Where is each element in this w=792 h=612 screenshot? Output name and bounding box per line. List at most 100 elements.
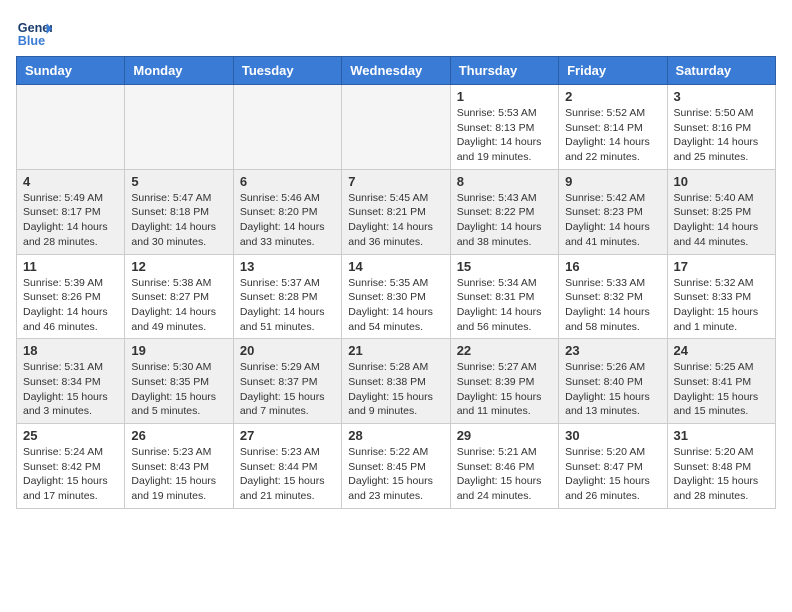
calendar-cell: 13 Sunrise: 5:37 AM Sunset: 8:28 PM Dayli…: [233, 254, 341, 339]
day-info: Sunrise: 5:35 AM Sunset: 8:30 PM Dayligh…: [348, 276, 443, 335]
calendar-week-row: 25Sunrise: 5:24 AM Sunset: 8:42 PM Dayli…: [17, 424, 776, 509]
day-number: 11: [23, 259, 118, 274]
day-info: Sunrise: 5:21 AM Sunset: 8:46 PM Dayligh…: [457, 445, 552, 504]
calendar-cell: 20 Sunrise: 5:29 AM Sunset: 8:37 PM Dayli…: [233, 339, 341, 424]
day-info: Sunrise: 5:26 AM Sunset: 8:40 PM Dayligh…: [565, 360, 660, 419]
day-number: 6: [240, 174, 335, 189]
day-number: 29: [457, 428, 552, 443]
day-header-wednesday: Wednesday: [342, 57, 450, 85]
calendar-cell: 24 Sunrise: 5:25 AM Sunset: 8:41 PM Dayli…: [667, 339, 775, 424]
day-number: 12: [131, 259, 226, 274]
calendar-cell: [125, 85, 233, 170]
day-info: Sunrise: 5:29 AM Sunset: 8:37 PM Dayligh…: [240, 360, 335, 419]
day-info: Sunrise: 5:33 AM Sunset: 8:32 PM Dayligh…: [565, 276, 660, 335]
calendar-cell: 16 Sunrise: 5:33 AM Sunset: 8:32 PM Dayli…: [559, 254, 667, 339]
day-info: Sunrise: 5:38 AM Sunset: 8:27 PM Dayligh…: [131, 276, 226, 335]
day-info: Sunrise: 5:39 AM Sunset: 8:26 PM Dayligh…: [23, 276, 118, 335]
day-header-monday: Monday: [125, 57, 233, 85]
calendar-cell: 5 Sunrise: 5:47 AM Sunset: 8:18 PM Daylig…: [125, 169, 233, 254]
calendar-cell: 19 Sunrise: 5:30 AM Sunset: 8:35 PM Dayli…: [125, 339, 233, 424]
day-info: Sunrise: 5:30 AM Sunset: 8:35 PM Dayligh…: [131, 360, 226, 419]
calendar-cell: 10 Sunrise: 5:40 AM Sunset: 8:25 PM Dayli…: [667, 169, 775, 254]
day-info: Sunrise: 5:43 AM Sunset: 8:22 PM Dayligh…: [457, 191, 552, 250]
calendar-week-row: 4 Sunrise: 5:49 AM Sunset: 8:17 PM Daylig…: [17, 169, 776, 254]
day-header-saturday: Saturday: [667, 57, 775, 85]
day-number: 14: [348, 259, 443, 274]
day-info: Sunrise: 5:23 AM Sunset: 8:43 PM Dayligh…: [131, 445, 226, 504]
day-info: Sunrise: 5:22 AM Sunset: 8:45 PM Dayligh…: [348, 445, 443, 504]
day-number: 24: [674, 343, 769, 358]
day-info: Sunrise: 5:47 AM Sunset: 8:18 PM Dayligh…: [131, 191, 226, 250]
day-number: 22: [457, 343, 552, 358]
calendar-cell: 15 Sunrise: 5:34 AM Sunset: 8:31 PM Dayli…: [450, 254, 558, 339]
day-info: Sunrise: 5:24 AM Sunset: 8:42 PM Dayligh…: [23, 445, 118, 504]
calendar-week-row: 18Sunrise: 5:31 AM Sunset: 8:34 PM Dayli…: [17, 339, 776, 424]
calendar-cell: 8Sunrise: 5:43 AM Sunset: 8:22 PM Daylig…: [450, 169, 558, 254]
day-number: 27: [240, 428, 335, 443]
day-info: Sunrise: 5:34 AM Sunset: 8:31 PM Dayligh…: [457, 276, 552, 335]
calendar-week-row: 11 Sunrise: 5:39 AM Sunset: 8:26 PM Dayli…: [17, 254, 776, 339]
calendar-header-row: SundayMondayTuesdayWednesdayThursdayFrid…: [17, 57, 776, 85]
calendar-cell: 3 Sunrise: 5:50 AM Sunset: 8:16 PM Daylig…: [667, 85, 775, 170]
day-info: Sunrise: 5:50 AM Sunset: 8:16 PM Dayligh…: [674, 106, 769, 165]
calendar-cell: 21 Sunrise: 5:28 AM Sunset: 8:38 PM Dayli…: [342, 339, 450, 424]
day-info: Sunrise: 5:31 AM Sunset: 8:34 PM Dayligh…: [23, 360, 118, 419]
day-number: 15: [457, 259, 552, 274]
day-number: 31: [674, 428, 769, 443]
day-info: Sunrise: 5:37 AM Sunset: 8:28 PM Dayligh…: [240, 276, 335, 335]
calendar-cell: 6Sunrise: 5:46 AM Sunset: 8:20 PM Daylig…: [233, 169, 341, 254]
day-number: 20: [240, 343, 335, 358]
day-info: Sunrise: 5:45 AM Sunset: 8:21 PM Dayligh…: [348, 191, 443, 250]
day-number: 16: [565, 259, 660, 274]
calendar-cell: 30 Sunrise: 5:20 AM Sunset: 8:47 PM Dayli…: [559, 424, 667, 509]
calendar-cell: 18Sunrise: 5:31 AM Sunset: 8:34 PM Dayli…: [17, 339, 125, 424]
day-number: 13: [240, 259, 335, 274]
calendar-cell: 29 Sunrise: 5:21 AM Sunset: 8:46 PM Dayli…: [450, 424, 558, 509]
day-number: 17: [674, 259, 769, 274]
day-info: Sunrise: 5:40 AM Sunset: 8:25 PM Dayligh…: [674, 191, 769, 250]
calendar-cell: 28Sunrise: 5:22 AM Sunset: 8:45 PM Dayli…: [342, 424, 450, 509]
day-info: Sunrise: 5:20 AM Sunset: 8:48 PM Dayligh…: [674, 445, 769, 504]
day-number: 9: [565, 174, 660, 189]
day-header-tuesday: Tuesday: [233, 57, 341, 85]
day-number: 19: [131, 343, 226, 358]
svg-text:Blue: Blue: [18, 34, 45, 48]
logo-icon: General Blue: [16, 16, 52, 52]
day-number: 5: [131, 174, 226, 189]
calendar-cell: 25Sunrise: 5:24 AM Sunset: 8:42 PM Dayli…: [17, 424, 125, 509]
calendar-cell: [17, 85, 125, 170]
calendar-cell: [233, 85, 341, 170]
calendar-cell: 27 Sunrise: 5:23 AM Sunset: 8:44 PM Dayli…: [233, 424, 341, 509]
calendar-cell: 31 Sunrise: 5:20 AM Sunset: 8:48 PM Dayli…: [667, 424, 775, 509]
day-number: 30: [565, 428, 660, 443]
day-header-thursday: Thursday: [450, 57, 558, 85]
calendar-week-row: 1 Sunrise: 5:53 AM Sunset: 8:13 PM Daylig…: [17, 85, 776, 170]
calendar-cell: 17 Sunrise: 5:32 AM Sunset: 8:33 PM Dayli…: [667, 254, 775, 339]
day-number: 4: [23, 174, 118, 189]
day-number: 7: [348, 174, 443, 189]
day-number: 23: [565, 343, 660, 358]
day-info: Sunrise: 5:32 AM Sunset: 8:33 PM Dayligh…: [674, 276, 769, 335]
day-info: Sunrise: 5:20 AM Sunset: 8:47 PM Dayligh…: [565, 445, 660, 504]
day-number: 2: [565, 89, 660, 104]
day-info: Sunrise: 5:49 AM Sunset: 8:17 PM Dayligh…: [23, 191, 118, 250]
calendar-cell: 4 Sunrise: 5:49 AM Sunset: 8:17 PM Daylig…: [17, 169, 125, 254]
day-info: Sunrise: 5:53 AM Sunset: 8:13 PM Dayligh…: [457, 106, 552, 165]
calendar-cell: 7 Sunrise: 5:45 AM Sunset: 8:21 PM Daylig…: [342, 169, 450, 254]
calendar-cell: 9Sunrise: 5:42 AM Sunset: 8:23 PM Daylig…: [559, 169, 667, 254]
day-number: 1: [457, 89, 552, 104]
calendar-cell: 23 Sunrise: 5:26 AM Sunset: 8:40 PM Dayli…: [559, 339, 667, 424]
calendar-cell: 1 Sunrise: 5:53 AM Sunset: 8:13 PM Daylig…: [450, 85, 558, 170]
day-info: Sunrise: 5:52 AM Sunset: 8:14 PM Dayligh…: [565, 106, 660, 165]
day-number: 21: [348, 343, 443, 358]
day-info: Sunrise: 5:25 AM Sunset: 8:41 PM Dayligh…: [674, 360, 769, 419]
page-header: General Blue: [16, 16, 776, 52]
day-info: Sunrise: 5:28 AM Sunset: 8:38 PM Dayligh…: [348, 360, 443, 419]
day-info: Sunrise: 5:23 AM Sunset: 8:44 PM Dayligh…: [240, 445, 335, 504]
day-number: 3: [674, 89, 769, 104]
day-number: 10: [674, 174, 769, 189]
calendar-cell: 14 Sunrise: 5:35 AM Sunset: 8:30 PM Dayli…: [342, 254, 450, 339]
logo: General Blue: [16, 16, 56, 52]
calendar-table: SundayMondayTuesdayWednesdayThursdayFrid…: [16, 56, 776, 509]
day-number: 26: [131, 428, 226, 443]
